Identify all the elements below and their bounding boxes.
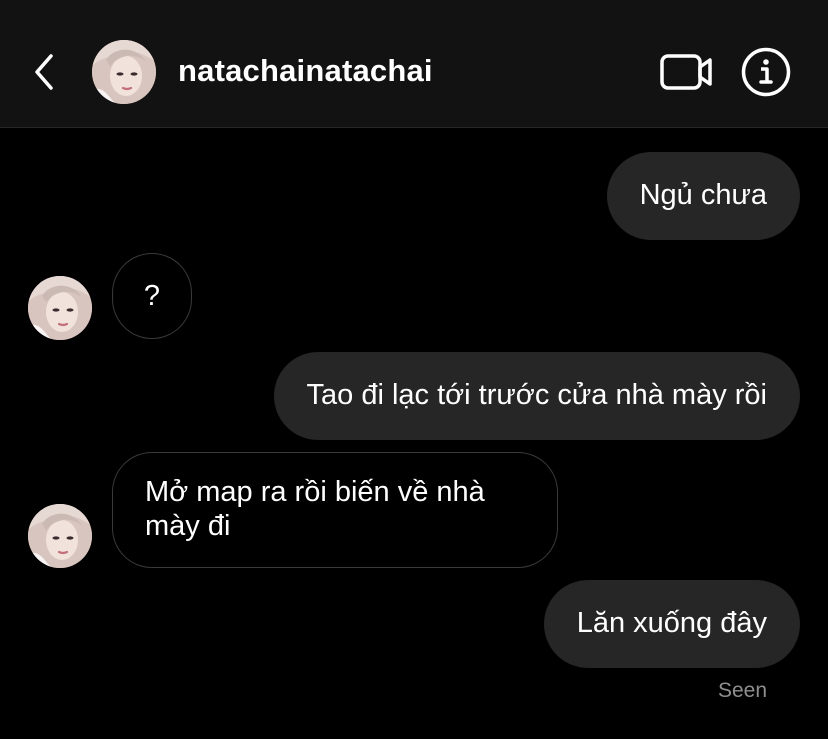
- message-text: Ngủ chưa: [639, 179, 767, 211]
- chevron-left-icon: [35, 54, 53, 90]
- message-text: Tao đi lạc tới trước cửa nhà mày rồi: [306, 379, 767, 411]
- outgoing-message[interactable]: Lăn xuống đây: [543, 580, 800, 668]
- outgoing-message[interactable]: Tao đi lạc tới trước cửa nhà mày rồi: [273, 352, 800, 440]
- message-text: Mở map ra rồi biến về nhà mày đi: [145, 476, 485, 542]
- message-text: Lăn xuống đây: [576, 607, 767, 639]
- message-thread[interactable]: Ngủ chưa ? Tao đi lạc tới trước cửa nhà …: [0, 129, 828, 739]
- seen-status: Seen: [717, 679, 767, 702]
- contact-username[interactable]: natachainatachai: [178, 52, 433, 90]
- incoming-message[interactable]: Mở map ra rồi biến về nhà mày đi: [112, 452, 558, 568]
- message-text: ?: [143, 280, 161, 312]
- video-call-button[interactable]: [656, 48, 716, 96]
- sender-avatar[interactable]: [28, 504, 92, 568]
- chat-header: natachainatachai: [0, 0, 828, 128]
- outgoing-message[interactable]: Ngủ chưa: [606, 152, 800, 240]
- sender-avatar[interactable]: [28, 276, 92, 340]
- incoming-message[interactable]: ?: [112, 253, 192, 339]
- avatar-photo: [28, 276, 92, 340]
- avatar-photo: [28, 504, 92, 568]
- back-button[interactable]: [24, 48, 64, 96]
- avatar[interactable]: [92, 40, 156, 104]
- video-camera-icon: [660, 54, 712, 90]
- info-icon: [741, 47, 791, 97]
- avatar-photo: [92, 40, 156, 104]
- info-button[interactable]: [740, 46, 792, 98]
